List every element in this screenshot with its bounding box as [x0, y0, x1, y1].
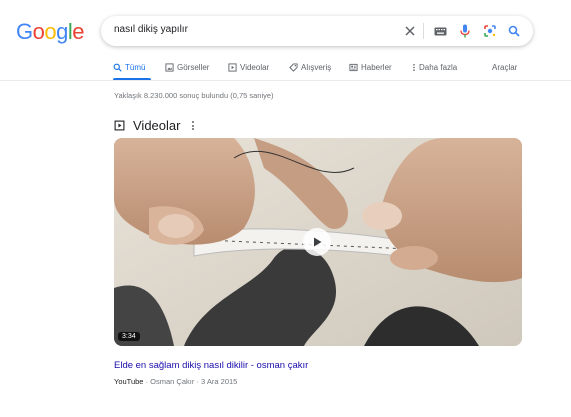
search-input[interactable]: nasıl dikiş yapılır: [114, 24, 188, 35]
video-icon: [228, 63, 237, 72]
tools-button[interactable]: Araçlar: [492, 63, 517, 72]
tab-videos[interactable]: Videolar: [228, 63, 269, 72]
image-icon: [165, 63, 174, 72]
tab-label: Alışveriş: [301, 63, 332, 72]
more-vert-icon: [413, 63, 415, 72]
tab-news[interactable]: Haberler: [349, 63, 392, 72]
logo-letter: g: [56, 19, 68, 44]
more-vert-icon[interactable]: [192, 121, 195, 130]
mic-icon[interactable]: [456, 22, 474, 40]
tab-label: Görseller: [177, 63, 210, 72]
tab-more[interactable]: Daha fazla: [412, 63, 457, 72]
logo-letter: G: [16, 19, 33, 44]
close-icon[interactable]: [401, 22, 419, 40]
video-title-link[interactable]: Elde en sağlam dikiş nasıl dikilir - osm…: [114, 360, 308, 371]
keyboard-icon[interactable]: [431, 22, 449, 40]
tab-label: Videolar: [240, 63, 270, 72]
result-stats: Yaklaşık 8.230.000 sonuç bulundu (0,75 s…: [114, 91, 274, 100]
search-icon: [113, 63, 122, 72]
videos-heading: Videolar: [133, 118, 181, 133]
search-divider: [423, 23, 424, 39]
video-channel: Osman Çakır: [150, 377, 195, 386]
lens-icon[interactable]: [481, 22, 499, 40]
play-icon: [314, 237, 322, 247]
video-date: 3 Ara 2015: [201, 377, 238, 386]
video-source: YouTube: [114, 377, 144, 386]
video-duration: 3:34: [118, 332, 140, 341]
logo-letter: o: [32, 19, 45, 44]
tab-label: Daha fazla: [419, 63, 458, 72]
tab-shopping[interactable]: Alışveriş: [289, 63, 331, 72]
tab-label: Tümü: [125, 63, 146, 72]
search-icon[interactable]: [505, 22, 523, 40]
logo-letter: e: [72, 19, 85, 44]
news-icon: [349, 63, 358, 72]
search-box[interactable]: nasıl dikiş yapılır: [101, 16, 533, 46]
videos-section-header: Videolar: [114, 118, 195, 133]
video-icon: [114, 120, 125, 131]
tab-all[interactable]: Tümü: [113, 63, 145, 72]
google-logo[interactable]: Google: [16, 19, 85, 45]
tag-icon: [289, 63, 298, 72]
video-meta: YouTube · Osman Çakır · 3 Ara 2015: [114, 377, 237, 386]
header-divider: [0, 80, 571, 81]
tab-images[interactable]: Görseller: [165, 63, 209, 72]
tab-label: Haberler: [361, 63, 392, 72]
logo-letter: o: [44, 19, 57, 44]
play-button[interactable]: [303, 228, 331, 256]
